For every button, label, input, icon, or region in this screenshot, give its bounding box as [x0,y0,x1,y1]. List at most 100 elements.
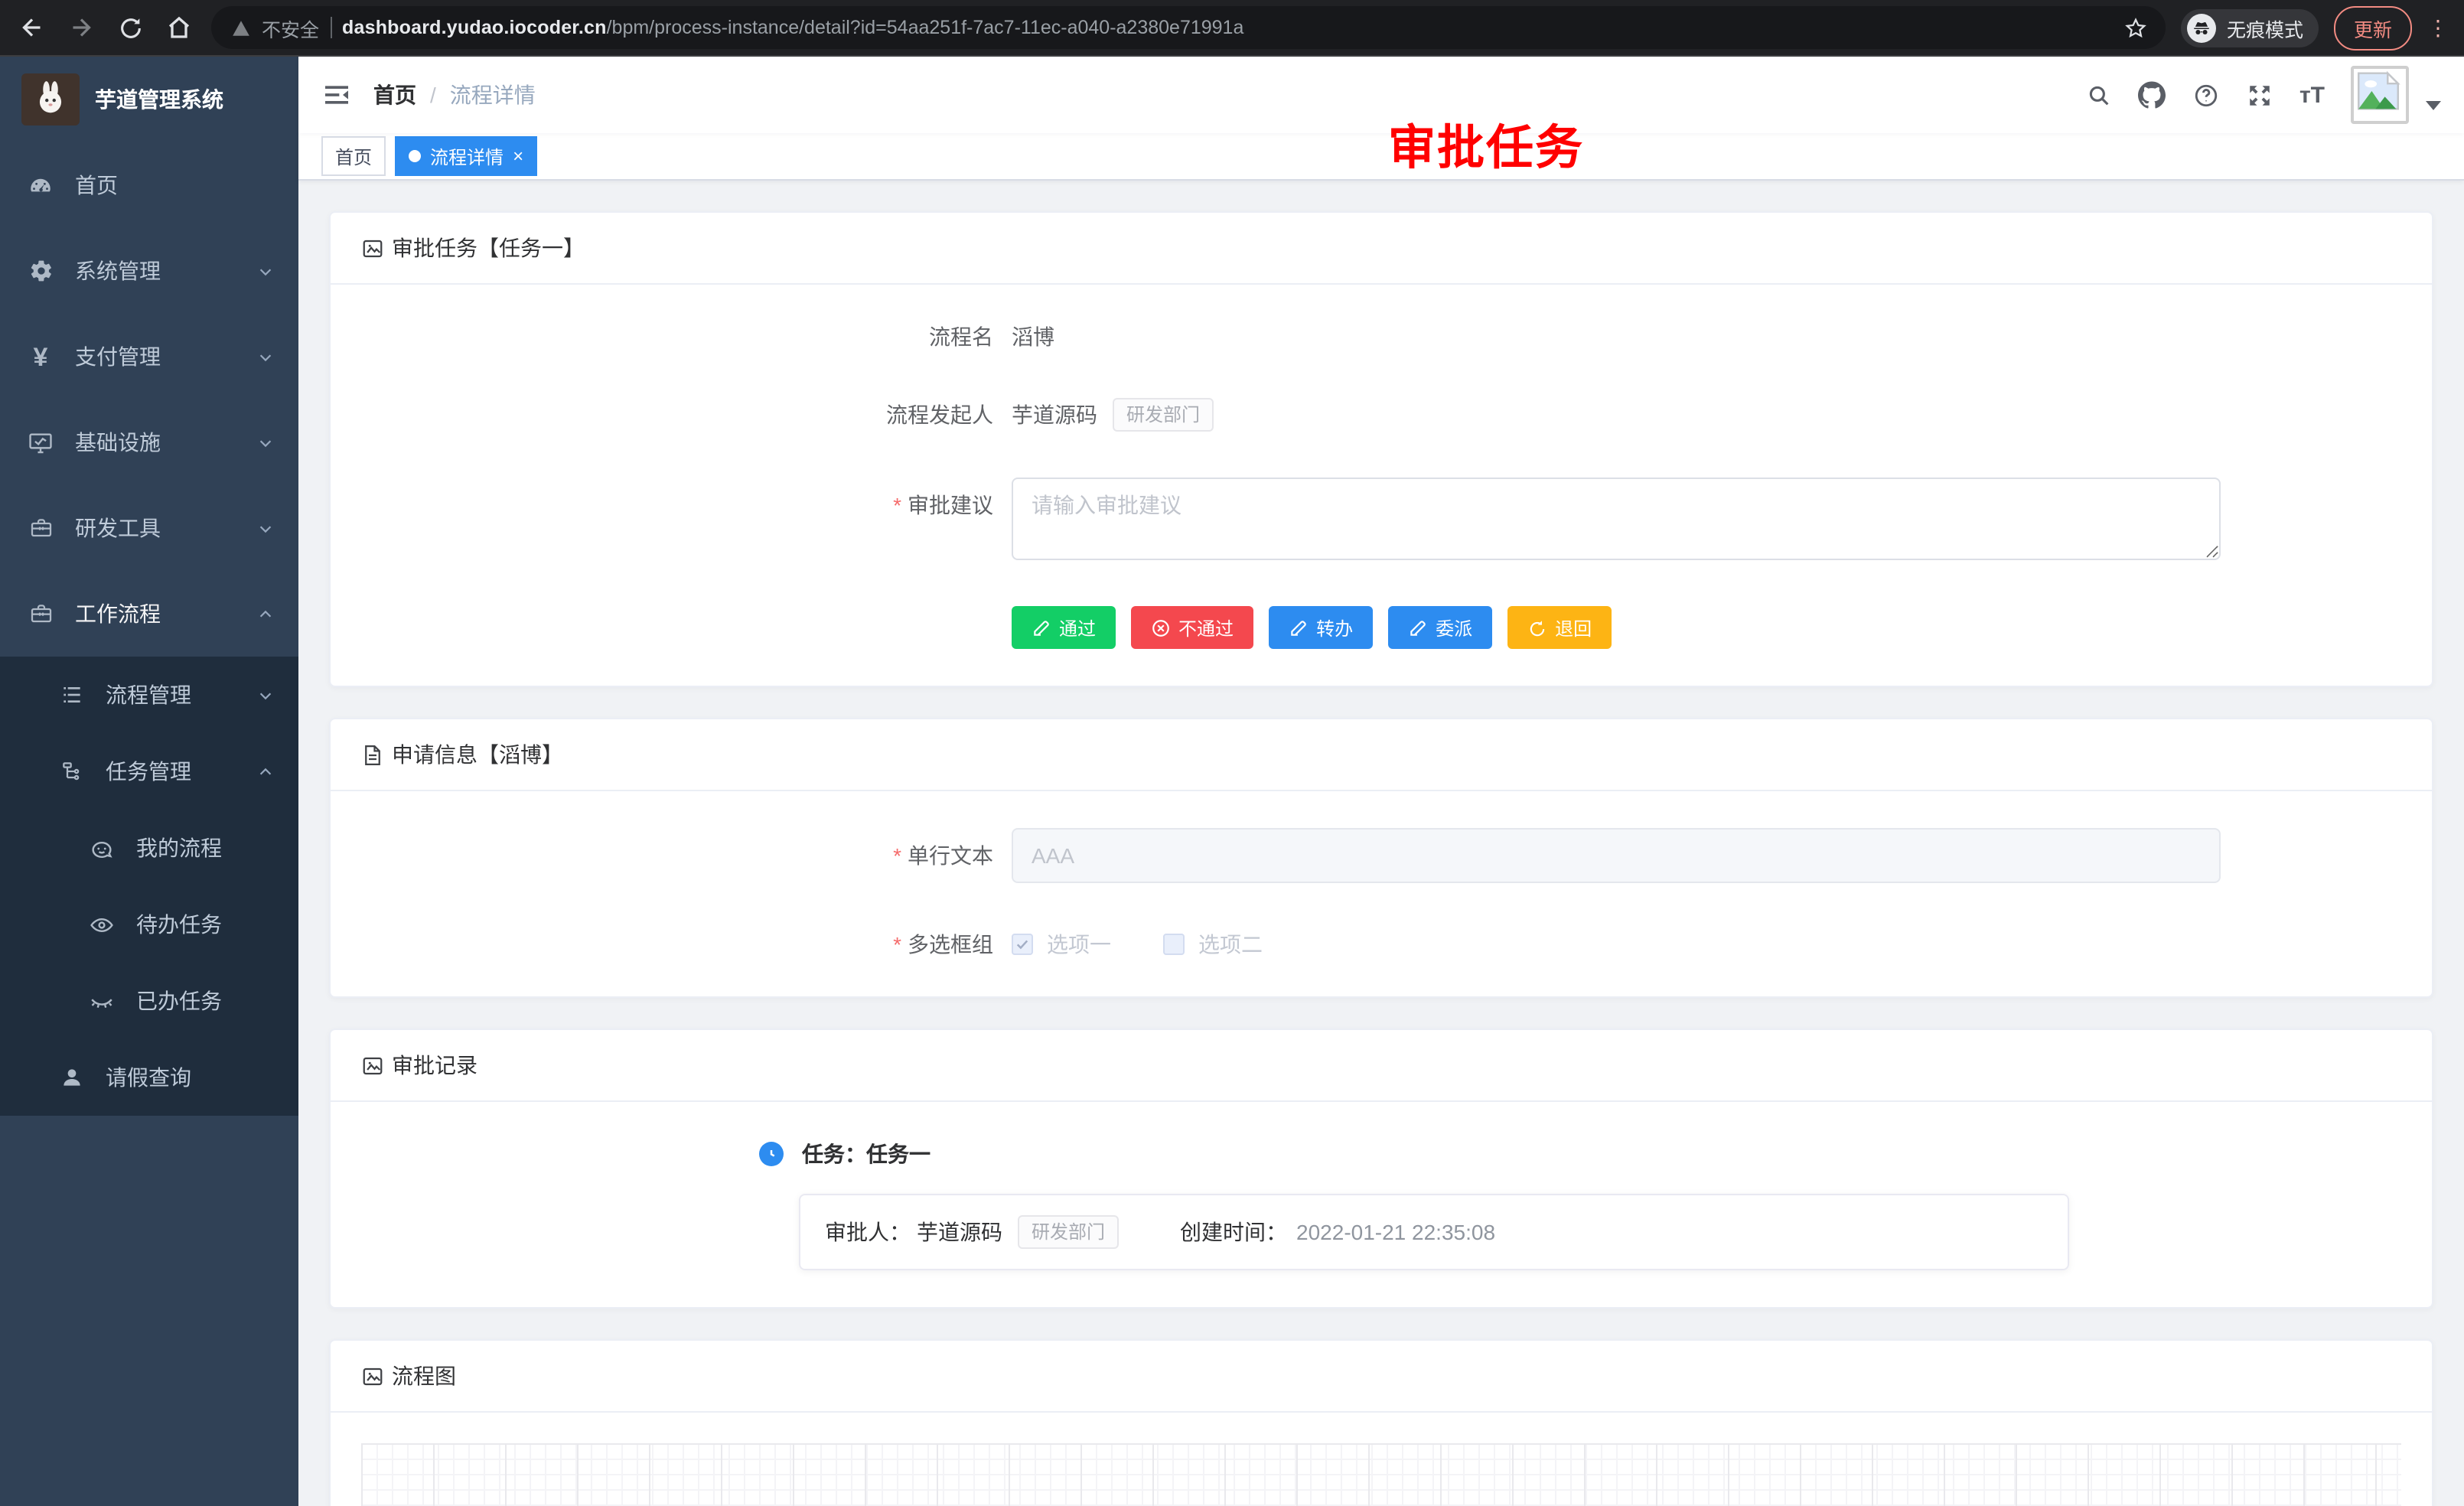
avatar-caret-icon[interactable] [2426,101,2441,110]
home-icon[interactable] [162,11,196,44]
dashboard-icon [28,172,54,198]
tree-list-icon [58,682,84,708]
return-button[interactable]: 退回 [1507,606,1612,649]
delegate-button[interactable]: 委派 [1388,606,1492,649]
checkbox-checked-icon [1012,934,1033,955]
chevron-up-icon [257,605,274,622]
approval-timeline: 任务：任务一 审批人：芋道源码 研发部门 创建时间： 2022-01-21 22… [759,1139,2401,1270]
navbar-actions: тT [2085,66,2441,124]
github-icon[interactable] [2139,81,2166,109]
url-text: dashboard.yudao.iocoder.cn/bpm/process-i… [342,17,1243,38]
font-size-icon[interactable]: тT [2299,82,2325,108]
sidebar-item-label: 工作流程 [75,598,161,629]
sidebar-item-leave-query[interactable]: 请假查询 [0,1039,298,1116]
sidebar-item-done-tasks[interactable]: 已办任务 [0,963,298,1039]
card-body [331,1413,2432,1506]
reject-button[interactable]: 不通过 [1131,606,1253,649]
process-name-row: 流程名 滔博 [361,321,2401,352]
clock-icon [759,1142,784,1166]
toolbox-icon [28,515,54,541]
chevron-down-icon [257,348,274,365]
checkbox-label: 选项一 [1047,929,1111,960]
not-secure-label: 不安全 [262,13,319,42]
button-label: 转办 [1316,614,1353,641]
url-domain: dashboard.yudao.iocoder.cn [342,17,607,38]
approve-button[interactable]: 通过 [1012,606,1116,649]
bpmn-grid-canvas[interactable] [361,1443,2401,1506]
forward-icon[interactable] [64,11,98,44]
eye-closed-icon [89,988,115,1014]
process-diagram-card: 流程图 [329,1339,2433,1506]
card-title: 流程图 [392,1361,456,1391]
sidebar-item-devtools[interactable]: 研发工具 [0,485,298,571]
suggestion-label: 审批建议 [361,478,1012,520]
sidebar-item-workflow[interactable]: 工作流程 [0,571,298,657]
tag-home[interactable]: 首页 [321,136,386,176]
sidebar-item-label: 待办任务 [136,909,222,940]
undo-icon [1527,618,1547,637]
avatar[interactable] [2351,66,2409,124]
menu-fold-icon[interactable] [321,80,352,110]
action-buttons-row: 通过 不通过 [361,606,2401,649]
tags-view-bar: 首页 流程详情 [298,133,2464,181]
sidebar-item-pay[interactable]: ¥ 支付管理 [0,314,298,399]
search-icon[interactable] [2085,81,2113,109]
bookmark-star-icon[interactable] [2124,16,2147,39]
sidebar-item-todo-tasks[interactable]: 待办任务 [0,886,298,963]
sidebar-logo[interactable]: 芋道管理系统 [0,57,298,142]
card-title: 审批任务【任务一】 [392,233,585,263]
eye-open-icon [89,911,115,937]
picture-icon [361,236,384,259]
suggestion-textarea[interactable] [1012,478,2221,560]
record-detail-card: 审批人：芋道源码 研发部门 创建时间： 2022-01-21 22:35:08 [799,1194,2069,1270]
tag-process-detail[interactable]: 流程详情 [395,136,537,176]
sidebar-item-my-process[interactable]: 我的流程 [0,810,298,886]
reload-icon[interactable] [113,11,147,44]
card-body: 单行文本 多选框组 选项一 [331,791,2432,996]
incognito-badge: 无痕模式 [2181,8,2319,47]
checkbox-unchecked-icon [1163,934,1185,955]
dept-tag: 研发部门 [1113,398,1214,432]
fullscreen-icon[interactable] [2246,81,2273,109]
breadcrumb-home[interactable]: 首页 [373,80,416,110]
briefcase-icon [28,601,54,627]
edit-icon [1408,618,1428,637]
not-secure-icon [230,11,251,44]
breadcrumb-current: 流程详情 [450,80,536,110]
card-body: 任务：任务一 审批人：芋道源码 研发部门 创建时间： 2022-01-21 22… [331,1102,2432,1307]
transfer-button[interactable]: 转办 [1269,606,1373,649]
button-label: 委派 [1436,614,1472,641]
browser-update-button[interactable]: 更新 [2334,5,2412,50]
picture-icon [361,1054,384,1077]
sidebar-item-process-mgmt[interactable]: 流程管理 [0,657,298,733]
user-icon [58,1064,84,1090]
app-title: 芋道管理系统 [95,84,223,115]
sidebar-item-task-mgmt[interactable]: 任务管理 [0,733,298,810]
tag-close-icon[interactable] [513,145,523,167]
tag-label: 首页 [335,143,372,169]
assignee-value: 芋道源码 [917,1217,1002,1247]
sidebar-item-label: 流程管理 [106,680,191,710]
sidebar-item-infra[interactable]: 基础设施 [0,399,298,485]
sidebar-item-label: 研发工具 [75,513,161,543]
initiator-value: 芋道源码 [1012,399,1097,430]
suggestion-row: 审批建议 [361,478,2401,560]
application-info-card: 申请信息【滔博】 单行文本 多选框组 [329,718,2433,998]
approve-task-card: 审批任务【任务一】 流程名 滔博 流程发起人 芋道源码 研发部门 [329,211,2433,687]
sidebar-item-label: 任务管理 [106,756,191,787]
picture-icon [361,1364,384,1387]
sidebar: 芋道管理系统 首页 系统管理 [0,57,298,1506]
created-value: 2022-01-21 22:35:08 [1296,1220,1495,1244]
browser-menu-icon[interactable]: ⋮ [2427,15,2449,41]
card-title: 审批记录 [392,1050,477,1081]
sidebar-item-system[interactable]: 系统管理 [0,228,298,314]
single-text-label: 单行文本 [361,840,1012,871]
card-header: 流程图 [331,1341,2432,1413]
sidebar-item-home[interactable]: 首页 [0,142,298,228]
help-icon[interactable] [2192,81,2220,109]
button-label: 退回 [1555,614,1592,641]
address-bar[interactable]: 不安全 dashboard.yudao.iocoder.cn/bpm/proce… [211,6,2166,49]
back-icon[interactable] [15,11,49,44]
sidebar-item-label: 支付管理 [75,341,161,372]
sidebar-item-label: 已办任务 [136,986,222,1016]
